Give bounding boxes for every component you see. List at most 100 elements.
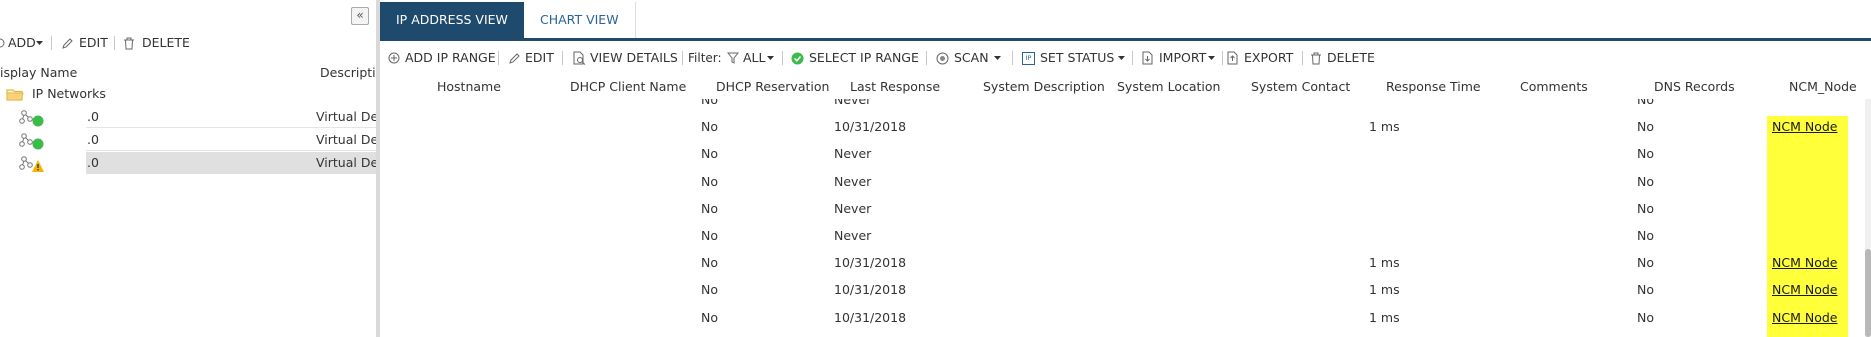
table-row[interactable]: No Never No	[380, 173, 1871, 200]
cell-dns-records: No	[1637, 201, 1654, 216]
column-header-system-description[interactable]: System Description	[983, 79, 1105, 94]
edit-label: EDIT	[79, 35, 108, 50]
chevron-down-icon	[767, 56, 774, 60]
cell-last-response: 10/31/2018	[834, 310, 907, 325]
column-header-description[interactable]: Descripti	[320, 65, 376, 80]
toolbar-separator	[1132, 51, 1133, 65]
cell-dns-records: No	[1637, 174, 1654, 189]
tree-row[interactable]: .0 Virtual De	[0, 106, 379, 128]
network-status-warning-icon	[19, 156, 44, 172]
cell-dhcp-reservation: No	[701, 146, 718, 161]
cell-dns-records: No	[1637, 99, 1654, 107]
table-row[interactable]: No Never No	[380, 99, 1871, 118]
check-circle-icon	[791, 52, 804, 65]
table-row[interactable]: No Never No	[380, 200, 1871, 227]
cell-dns-records: No	[1637, 255, 1654, 270]
column-header-dhcp-reservation[interactable]: DHCP Reservation	[716, 79, 829, 94]
column-header-hostname[interactable]: Hostname	[437, 79, 501, 94]
left-toolbar: ADD EDIT DELETE	[0, 33, 376, 53]
cell-dhcp-reservation: No	[701, 282, 718, 297]
tree-row[interactable]: .0 Virtual De	[0, 129, 379, 151]
tab-ip-address-view[interactable]: IP ADDRESS VIEW	[380, 2, 524, 38]
ip-toolbar: ADD IP RANGE EDIT VIEW DETAILS Filter: A…	[380, 48, 1871, 68]
tab-chart-view[interactable]: CHART VIEW	[524, 2, 636, 38]
table-row[interactable]: No 10/31/2018 1 ms No NCM Node	[380, 309, 1871, 336]
import-label: IMPORT	[1159, 50, 1207, 65]
tree-row-selected[interactable]: .0 Virtual De	[0, 152, 378, 174]
column-header-dns-records[interactable]: DNS Records	[1654, 79, 1735, 94]
cell-dhcp-reservation: No	[701, 119, 718, 134]
toolbar-separator	[562, 51, 563, 65]
collapse-panel-button[interactable]: «	[351, 7, 369, 25]
ip-status-icon: IP	[1022, 52, 1035, 65]
ncm-node-link[interactable]: NCM Node	[1772, 282, 1837, 297]
table-row[interactable]: No 10/31/2018 1 ms No NCM Node	[380, 118, 1871, 145]
import-icon	[1142, 51, 1153, 65]
cell-dhcp-reservation: No	[701, 310, 718, 325]
trash-icon	[1311, 52, 1321, 65]
pencil-icon	[509, 53, 520, 64]
toolbar-separator	[1222, 51, 1223, 65]
toolbar-separator	[682, 51, 683, 65]
table-row[interactable]: No 10/31/2018 1 ms No NCM Node	[380, 281, 1871, 308]
cell-dns-records: No	[1637, 310, 1654, 325]
table-row[interactable]: No Never No	[380, 227, 1871, 254]
edit-label: EDIT	[525, 50, 554, 65]
cell-last-response: Never	[834, 228, 872, 243]
cell-dhcp-reservation: No	[701, 174, 718, 189]
tree-row-description: Virtual De	[316, 132, 379, 147]
funnel-icon	[727, 52, 739, 64]
tree-folder-ip-networks[interactable]: IP Networks	[0, 83, 376, 105]
column-header-system-location[interactable]: System Location	[1117, 79, 1220, 94]
column-header-response-time[interactable]: Response Time	[1386, 79, 1481, 94]
tree-header: isplay Name Descripti	[0, 63, 376, 83]
column-header-ncm-node[interactable]: NCM_Node	[1789, 79, 1857, 94]
pencil-icon	[62, 38, 73, 49]
toolbar-separator	[1302, 51, 1303, 65]
tree-row-description: Virtual De	[316, 109, 379, 124]
chevron-down-icon	[994, 56, 1001, 60]
export-icon	[1227, 51, 1238, 65]
column-header-dhcp-client-name[interactable]: DHCP Client Name	[570, 79, 686, 94]
toolbar-separator	[1012, 51, 1013, 65]
cell-dns-records: No	[1637, 282, 1654, 297]
grid-header: Hostname DHCP Client Name DHCP Reservati…	[380, 79, 1871, 99]
chevron-down-icon	[36, 41, 43, 45]
ncm-node-link[interactable]: NCM Node	[1772, 310, 1837, 325]
cell-dhcp-reservation: No	[701, 228, 718, 243]
chevron-down-icon	[1208, 56, 1215, 60]
tree-folder-label: IP Networks	[32, 86, 106, 101]
table-row[interactable]: No 10/31/2018 1 ms No NCM Node	[380, 254, 1871, 281]
ncm-node-link[interactable]: NCM Node	[1772, 119, 1837, 134]
cell-response-time: 1 ms	[1369, 255, 1400, 270]
add-circle-icon	[0, 38, 5, 48]
view-tabs: IP ADDRESS VIEW CHART VIEW	[380, 0, 1871, 41]
toolbar-separator	[51, 36, 52, 50]
folder-icon	[6, 89, 24, 101]
column-header-comments[interactable]: Comments	[1520, 79, 1588, 94]
table-row[interactable]: No Never No	[380, 145, 1871, 172]
cell-dns-records: No	[1637, 228, 1654, 243]
select-ip-range-label: SELECT IP RANGE	[809, 50, 919, 65]
tree-row-name: .0	[87, 109, 99, 124]
network-status-up-icon	[19, 133, 44, 150]
cell-dhcp-reservation: No	[701, 255, 718, 270]
column-header-last-response[interactable]: Last Response	[850, 79, 940, 94]
scrollbar-thumb[interactable]	[1865, 249, 1871, 337]
add-label: ADD	[8, 35, 36, 50]
cell-last-response: 10/31/2018	[834, 282, 907, 297]
ncm-node-link[interactable]: NCM Node	[1772, 255, 1837, 270]
cell-dhcp-reservation: No	[701, 99, 718, 107]
details-icon	[573, 51, 586, 65]
toolbar-separator	[498, 51, 499, 65]
cell-response-time: 1 ms	[1369, 310, 1400, 325]
column-header-display-name[interactable]: isplay Name	[0, 65, 77, 80]
column-header-system-contact[interactable]: System Contact	[1251, 79, 1350, 94]
cell-last-response: Never	[834, 174, 872, 189]
toolbar-separator	[114, 36, 115, 50]
tree-row-name: .0	[87, 155, 99, 170]
filter-label: Filter:	[688, 51, 722, 65]
filter-value: ALL	[743, 50, 766, 65]
toolbar-separator	[782, 51, 783, 65]
right-panel: IP ADDRESS VIEW CHART VIEW ADD IP RANGE …	[380, 0, 1871, 337]
